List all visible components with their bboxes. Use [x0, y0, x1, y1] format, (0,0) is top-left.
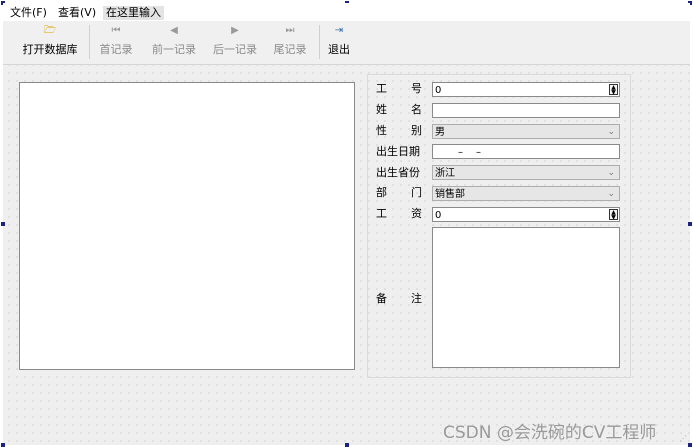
selection-handle[interactable]	[345, 443, 349, 447]
label-char: 工	[376, 207, 387, 220]
selection-handle[interactable]	[688, 222, 692, 226]
watermark: CSDN @会洗碗的CV工程师	[443, 423, 657, 443]
province-combobox[interactable]: 浙江 ⌄	[432, 165, 620, 180]
label-char: 门	[411, 186, 422, 199]
label-char: 部	[376, 186, 387, 199]
chevron-down-icon: ⌄	[607, 189, 615, 199]
next-record-button[interactable]: ▶ 后一记录	[209, 24, 261, 60]
gender-value: 男	[435, 127, 445, 138]
last-record-button[interactable]: ⏭ 尾记录	[270, 24, 310, 60]
label-char: 号	[411, 82, 422, 95]
department-label: 部门	[376, 185, 422, 201]
name-input[interactable]	[432, 103, 620, 118]
exit-icon: ⇥	[334, 25, 344, 36]
menu-file[interactable]: 文件(F)	[10, 6, 47, 20]
label-char: 注	[411, 292, 422, 305]
toolbar-separator	[319, 25, 320, 59]
notes-textarea[interactable]	[432, 227, 620, 368]
birth-date-label: 出生日期	[376, 145, 420, 158]
previous-icon: ◀	[170, 25, 178, 36]
department-value: 销售部	[435, 189, 465, 200]
first-record-button[interactable]: ⏮ 首记录	[96, 24, 136, 60]
salary-spinbox[interactable]: 0 ▲ ▼	[432, 207, 620, 222]
open-database-label: 打开数据库	[22, 43, 78, 56]
chevron-down-icon: ⌄	[607, 168, 615, 178]
last-record-label: 尾记录	[273, 43, 307, 56]
folder-open-icon: 🗁	[43, 25, 57, 36]
salary-label: 工资	[376, 206, 422, 222]
toolbar: 🗁 打开数据库 ⏮ 首记录 ◀ 前一记录 ▶ 后一记录 ⏭ 尾记录 ⇥ 退出	[3, 21, 690, 65]
notes-label: 备注	[376, 291, 422, 307]
label-char: 名	[411, 103, 422, 116]
previous-record-label: 前一记录	[152, 43, 196, 56]
chevron-down-icon: ⌄	[607, 127, 615, 137]
date-separator: –	[458, 147, 463, 158]
skip-first-icon: ⏮	[111, 25, 121, 36]
label-char: 性	[376, 124, 387, 137]
toolbar-separator	[89, 25, 90, 59]
exit-label: 退出	[328, 43, 350, 56]
label-char: 备	[376, 292, 387, 305]
birth-date-edit[interactable]: – –	[432, 144, 620, 159]
gender-label: 性别	[376, 123, 422, 139]
open-database-button[interactable]: 🗁 打开数据库	[21, 24, 79, 60]
next-record-label: 后一记录	[213, 43, 257, 56]
department-combobox[interactable]: 销售部 ⌄	[432, 186, 620, 201]
province-label: 出生省份	[376, 166, 420, 179]
selection-handle[interactable]	[1, 443, 5, 447]
emp-no-value: 0	[435, 85, 442, 96]
label-char: 工	[376, 82, 387, 95]
date-separator: –	[476, 147, 481, 158]
emp-no-spinbox[interactable]: 0 ▲ ▼	[432, 82, 620, 97]
resize-grip-icon[interactable]: ⋰	[679, 434, 687, 443]
selection-handle[interactable]	[1, 222, 5, 226]
menu-view[interactable]: 查看(V)	[58, 6, 96, 20]
emp-no-label: 工号	[376, 81, 422, 97]
previous-record-button[interactable]: ◀ 前一记录	[148, 24, 200, 60]
salary-value: 0	[435, 210, 442, 221]
record-list-view[interactable]	[19, 82, 355, 370]
next-icon: ▶	[231, 25, 239, 36]
label-char: 别	[411, 124, 422, 137]
province-value: 浙江	[435, 168, 455, 179]
label-char: 资	[411, 207, 422, 220]
skip-last-icon: ⏭	[285, 25, 295, 36]
spin-arrows-icon[interactable]: ▲ ▼	[609, 84, 618, 96]
gender-combobox[interactable]: 男 ⌄	[432, 124, 620, 139]
first-record-label: 首记录	[99, 43, 133, 56]
exit-button[interactable]: ⇥ 退出	[325, 24, 353, 60]
spin-arrows-icon[interactable]: ▲ ▼	[609, 209, 618, 221]
selection-handle[interactable]	[688, 443, 692, 447]
menu-type-here[interactable]: 在这里输入	[103, 6, 164, 20]
label-char: 姓	[376, 103, 387, 116]
menu-bar: 文件(F) 查看(V) 在这里输入	[3, 3, 690, 21]
name-label: 姓名	[376, 102, 422, 118]
